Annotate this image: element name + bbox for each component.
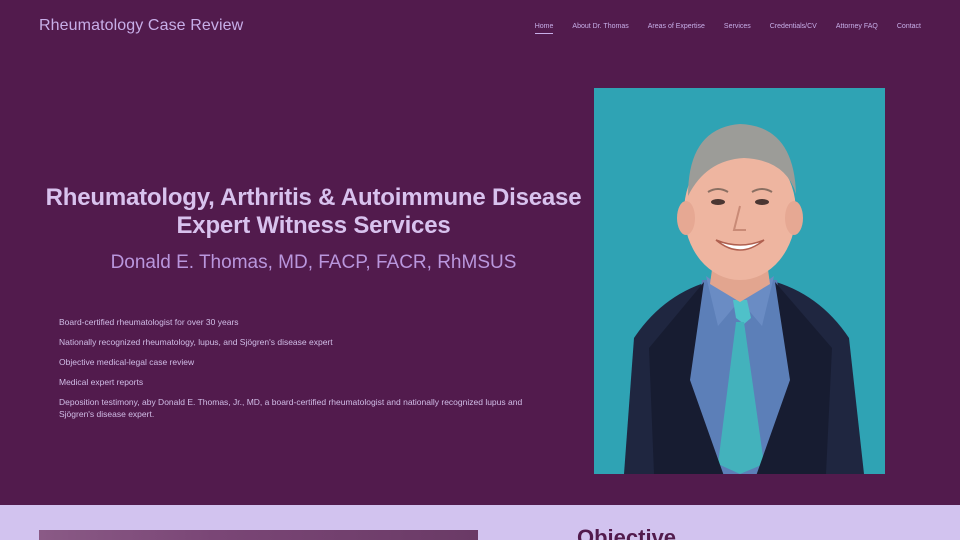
main-nav: Home About Dr. Thomas Areas of Expertise… — [516, 22, 921, 34]
hero-heading-line2: Expert Witness Services — [176, 212, 451, 239]
credentials-list-item: Nationally recognized rheumatology, lupu… — [59, 337, 333, 347]
page: Rheumatology Case Review Home About Dr. … — [0, 0, 960, 540]
credentials-list: Board-certified rheumatologist for over … — [59, 316, 529, 428]
nav-areas-of-expertise[interactable]: Areas of Expertise — [648, 22, 705, 32]
nav-home[interactable]: Home — [534, 22, 553, 34]
credentials-list-item: Objective medical-legal case review — [59, 357, 195, 367]
nav-credentials[interactable]: Credentials/CV — [770, 22, 817, 32]
nav-services[interactable]: Services — [724, 22, 751, 32]
site-title-link[interactable]: Rheumatology Case Review — [39, 17, 243, 35]
nav-attorney-faq[interactable]: Attorney FAQ — [836, 22, 878, 32]
nav-contact[interactable]: Contact — [897, 22, 921, 32]
objective-heading: Objective — [577, 525, 677, 540]
credentials-list-item: Board-certified rheumatologist for over … — [59, 317, 239, 327]
section-image — [39, 530, 478, 540]
nav-about[interactable]: About Dr. Thomas — [572, 22, 628, 32]
hero-heading-line1: Rheumatology, Arthritis & Autoimmune Dis… — [45, 184, 582, 211]
site-header: Rheumatology Case Review Home About Dr. … — [0, 0, 960, 56]
hero-subheading: Donald E. Thomas, MD, FACP, FACR, RhMSUS — [110, 252, 517, 273]
portrait-illustration — [594, 88, 885, 474]
objective-section: Objective — [0, 505, 960, 540]
doctor-portrait — [594, 88, 885, 474]
credentials-list-item: Medical expert reports — [59, 377, 144, 387]
credentials-list-item: Deposition testimony, aby Donald E. Thom… — [59, 397, 523, 419]
hero-heading: Rheumatology, Arthritis & Autoimmune Dis… — [42, 184, 585, 240]
